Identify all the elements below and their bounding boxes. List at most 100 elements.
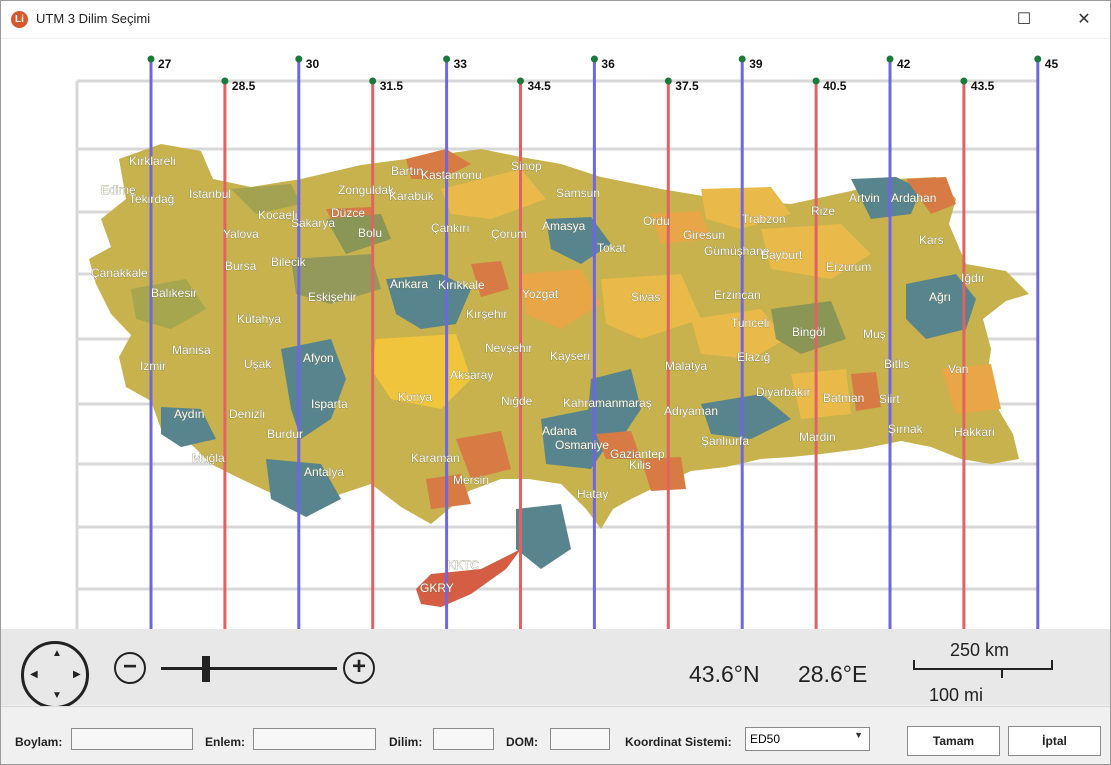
- pan-control[interactable]: ▲ ▼ ◀ ▶: [21, 641, 89, 709]
- koordinat-sistemi-label: Koordinat Sistemi:: [625, 735, 732, 749]
- province-label: Tekirdağ: [129, 192, 174, 206]
- zoom-slider-track[interactable]: [161, 667, 337, 670]
- pan-left-icon[interactable]: ◀: [30, 669, 38, 680]
- meridian-label: 33: [454, 57, 468, 71]
- province-label: Adana: [542, 424, 577, 438]
- zoom-slider-thumb[interactable]: [202, 656, 210, 682]
- boylam-label: Boylam:: [15, 735, 63, 749]
- pan-right-icon[interactable]: ▶: [73, 669, 81, 680]
- province-label: GKRY: [420, 581, 454, 595]
- province-label: Zonguldak: [338, 183, 395, 197]
- meridian-marker[interactable]: [886, 55, 894, 63]
- province-label: Hakkari: [954, 425, 995, 439]
- chevron-down-icon[interactable]: ▼: [854, 730, 863, 740]
- maximize-button[interactable]: ☐: [1001, 1, 1047, 38]
- province-label: Ordu: [643, 214, 670, 228]
- meridian-marker[interactable]: [443, 55, 451, 63]
- dilim-label: Dilim:: [389, 735, 423, 749]
- province-label: Düzce: [331, 206, 365, 220]
- latitude-readout: 43.6°N: [689, 661, 760, 687]
- dom-input[interactable]: [550, 728, 610, 750]
- province-label: Niğde: [501, 394, 533, 408]
- zoom-out-button[interactable]: −: [114, 652, 146, 684]
- pan-down-icon[interactable]: ▼: [52, 690, 62, 701]
- meridian-marker[interactable]: [517, 77, 524, 85]
- province-label: Malatya: [665, 359, 707, 373]
- meridian-marker[interactable]: [812, 77, 820, 85]
- close-button[interactable]: ✕: [1061, 1, 1107, 38]
- province-label: Çanakkale: [91, 266, 148, 280]
- meridian-label: 37.5: [675, 79, 699, 93]
- province-label: Elazığ: [737, 350, 770, 364]
- province-label: İzmir: [140, 359, 166, 373]
- province-label: Tunceli: [731, 316, 769, 330]
- ok-button[interactable]: Tamam: [907, 726, 1000, 756]
- province-label: Kastamonu: [421, 168, 482, 182]
- province-label: Antalya: [304, 465, 344, 479]
- province-label: Kahramanmaraş: [563, 396, 652, 410]
- province-label: Bingöl: [792, 325, 825, 339]
- province-label: Osmaniye: [555, 438, 609, 452]
- province-label: Bitlis: [884, 357, 909, 371]
- longitude-readout: 28.6°E: [798, 661, 868, 687]
- boylam-input[interactable]: [71, 728, 193, 750]
- map-canvas[interactable]: 27 28.5 30 31.5 33 34.5 36 37.5 39 40.5 42 43.5 45 K…: [1, 39, 1110, 629]
- dilim-input[interactable]: [433, 728, 494, 750]
- meridian-label: 40.5: [823, 79, 847, 93]
- province-label: Iğdır: [961, 271, 985, 285]
- province-label: Karabük: [389, 189, 435, 203]
- province-label: Erzincan: [714, 288, 761, 302]
- province-label: Sivas: [631, 290, 660, 304]
- province-label: Çorum: [491, 227, 527, 241]
- province-label: Aksaray: [450, 368, 493, 382]
- meridian-marker[interactable]: [221, 77, 229, 85]
- province-label: Kırıkkale: [438, 278, 485, 292]
- meridian-label: 28.5: [232, 79, 256, 93]
- province-label: Diyarbakır: [756, 385, 811, 399]
- meridian-marker[interactable]: [369, 77, 377, 85]
- meridian-marker[interactable]: [960, 77, 968, 85]
- app-logo-icon: Li: [11, 11, 28, 28]
- meridian-marker[interactable]: [738, 55, 746, 63]
- province-label: Burdur: [267, 427, 303, 441]
- meridian-marker[interactable]: [147, 55, 155, 63]
- meridian-label: 45: [1045, 57, 1059, 71]
- province-label: Yalova: [223, 227, 259, 241]
- dom-label: DOM:: [506, 735, 538, 749]
- title-bar: Li UTM 3 Dilim Seçimi ☐ ✕: [1, 1, 1110, 38]
- province-label: Hatay: [577, 487, 608, 501]
- province-label: Ankara: [390, 277, 428, 291]
- meridian-marker[interactable]: [1034, 55, 1042, 63]
- province-label: Bilecik: [271, 255, 307, 269]
- meridian-marker[interactable]: [664, 77, 672, 85]
- map-control-bar: ▲ ▼ ◀ ▶ − + 43.6°N 28.6°E 250 km 100 mi: [1, 629, 1110, 709]
- province-label: Mersin: [453, 473, 489, 487]
- province-label: Aydın: [174, 407, 204, 421]
- scale-tick: [1051, 660, 1053, 669]
- province-label: Uşak: [244, 357, 272, 371]
- meridian-label: 27: [158, 57, 172, 71]
- province-label: Kırşehir: [466, 307, 507, 321]
- koordinat-sistemi-select[interactable]: ED50 ▼: [745, 727, 870, 751]
- province-label: Gümüşhane: [704, 244, 770, 258]
- pan-up-icon[interactable]: ▲: [52, 648, 62, 659]
- province-label: Kütahya: [237, 312, 281, 326]
- meridian-marker[interactable]: [295, 55, 303, 63]
- province-label: Bartın: [391, 164, 423, 178]
- province-label: Bayburt: [761, 248, 803, 262]
- meridian-label: 34.5: [528, 79, 552, 93]
- enlem-input[interactable]: [253, 728, 376, 750]
- province-label: İstanbul: [189, 187, 231, 201]
- scale-tick: [1001, 669, 1003, 678]
- province-label: Çankırı: [431, 221, 470, 235]
- map-view[interactable]: 27 28.5 30 31.5 33 34.5 36 37.5 39 40.5 42 43.5 45 K…: [1, 39, 1110, 629]
- meridian-label: 43.5: [971, 79, 995, 93]
- province-label: Bolu: [358, 226, 382, 240]
- province-label: Rize: [811, 204, 835, 218]
- province-label: Trabzon: [742, 212, 786, 226]
- province-label: Muğla: [192, 451, 225, 465]
- meridian-label: 31.5: [380, 79, 404, 93]
- cancel-button[interactable]: İptal: [1008, 726, 1101, 756]
- zoom-in-button[interactable]: +: [343, 652, 375, 684]
- meridian-marker[interactable]: [590, 55, 598, 63]
